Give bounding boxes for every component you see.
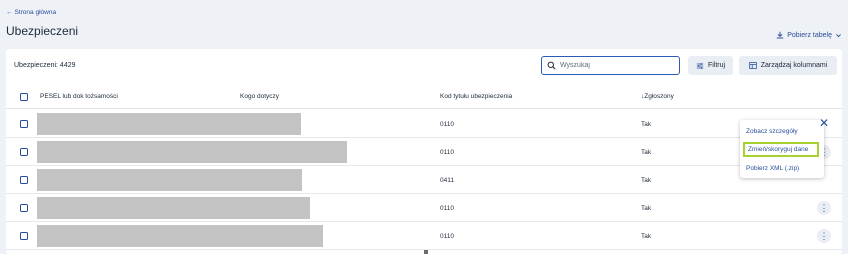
filter-button[interactable]: Filtruj — [688, 56, 733, 75]
table-row[interactable]: 0110 Tak ⋮ — [6, 194, 842, 222]
row-reported: Tak — [641, 177, 652, 184]
row-code: 0411 — [440, 177, 454, 184]
row-code: 0110 — [440, 233, 454, 240]
redacted-personal-data — [37, 141, 347, 163]
table-row[interactable]: 0411 Tak — [6, 166, 842, 194]
download-table-label: Pobierz tabelę — [787, 31, 832, 39]
chevron-down-icon — [836, 33, 841, 37]
menu-item-view-details[interactable]: Zobacz szczegóły — [746, 128, 798, 135]
insured-count: Ubezpieczeni: 4429 — [14, 62, 76, 69]
download-table-button[interactable]: Pobierz tabelę — [776, 31, 842, 39]
insured-count-value: 4429 — [59, 62, 76, 69]
resize-handle[interactable] — [424, 250, 428, 254]
table-row[interactable]: 0110 Tak — [6, 110, 842, 138]
table-row[interactable]: 0110 Tak ⋮ — [6, 222, 842, 250]
select-all-checkbox[interactable] — [20, 93, 28, 101]
row-code: 0110 — [440, 205, 454, 212]
filter-button-label: Filtruj — [707, 62, 726, 69]
close-icon[interactable]: ✕ — [819, 117, 829, 129]
insured-count-label: Ubezpieczeni: — [14, 62, 60, 69]
filter-sliders-icon — [696, 62, 704, 69]
search-box[interactable] — [541, 56, 680, 75]
more-options-icon[interactable]: ⋮ — [817, 229, 831, 243]
header-reported[interactable]: ↓Zgłoszony — [641, 93, 674, 100]
row-reported: Tak — [641, 121, 652, 128]
redacted-personal-data — [37, 113, 301, 135]
menu-item-edit-data[interactable]: Zmień/skoryguj dane — [743, 142, 819, 157]
row-code: 0110 — [440, 121, 454, 128]
redacted-personal-data — [37, 225, 323, 247]
download-icon — [777, 31, 784, 39]
row-context-menu: Zobacz szczegóły Zmień/skoryguj dane Pob… — [740, 120, 824, 178]
row-reported: Tak — [641, 205, 652, 212]
row-reported: Tak — [641, 149, 652, 156]
row-reported: Tak — [641, 233, 652, 240]
row-checkbox[interactable] — [20, 176, 28, 184]
back-link[interactable]: ← Strona główna — [6, 9, 56, 16]
row-checkbox[interactable] — [20, 204, 28, 212]
page-title: Ubezpieczeni — [6, 24, 79, 38]
columns-icon — [749, 62, 757, 69]
more-options-icon[interactable]: ⋮ — [817, 201, 831, 215]
row-checkbox[interactable] — [20, 120, 28, 128]
header-pesel[interactable]: PESEL lub dok tożsamości — [40, 93, 118, 100]
menu-item-download-xml[interactable]: Pobierz XML (.zip) — [746, 165, 799, 172]
table-header: PESEL lub dok tożsamości Kogo dotyczy Ko… — [6, 85, 842, 109]
manage-columns-button[interactable]: Zarządzaj kolumnami — [739, 56, 837, 75]
manage-columns-label: Zarządzaj kolumnami — [760, 62, 828, 69]
redacted-personal-data — [37, 169, 302, 191]
row-checkbox[interactable] — [20, 232, 28, 240]
search-icon — [547, 61, 556, 70]
row-code: 0110 — [440, 149, 454, 156]
redacted-personal-data — [37, 197, 310, 219]
insured-table-card: Ubezpieczeni: 4429 Filtruj Zarządzaj kol… — [6, 49, 842, 254]
arrow-left-icon: ← — [6, 9, 13, 16]
search-input[interactable] — [560, 62, 670, 69]
header-who[interactable]: Kogo dotyczy — [240, 93, 279, 100]
back-link-label: Strona główna — [14, 9, 57, 16]
header-code[interactable]: Kod tytułu ubezpieczenia — [440, 93, 512, 100]
table-row[interactable]: 0110 Tak — [6, 138, 842, 166]
row-checkbox[interactable] — [20, 148, 28, 156]
header-reported-label: Zgłoszony — [644, 93, 674, 100]
